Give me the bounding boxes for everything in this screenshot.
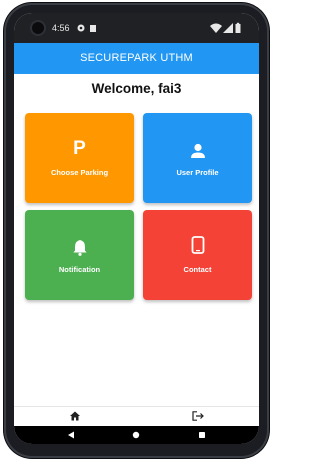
notification-label: Notification xyxy=(58,265,101,274)
contact-label: Contact xyxy=(183,265,212,274)
contact-button[interactable]: Contact xyxy=(143,210,252,300)
welcome-heading: Welcome, fai3 xyxy=(91,81,182,96)
sim-icon xyxy=(90,25,96,32)
parking-icon: P xyxy=(73,138,86,159)
battery-icon xyxy=(235,22,241,33)
phone-icon xyxy=(191,236,204,254)
bottom-nav xyxy=(14,406,259,427)
nav-logout[interactable] xyxy=(137,407,259,427)
settings-dot-icon xyxy=(77,24,85,32)
phone-screen: 4:56 SECUREPARK UTHM Welcome, fai3 P Cho xyxy=(14,13,259,444)
app-title: SECUREPARK UTHM xyxy=(80,52,193,64)
recents-icon[interactable] xyxy=(198,431,206,439)
home-icon xyxy=(70,411,80,421)
wifi-icon xyxy=(210,23,222,33)
app-bar: SECUREPARK UTHM xyxy=(14,43,259,74)
choose-parking-button[interactable]: P Choose Parking xyxy=(25,113,134,203)
user-profile-label: User Profile xyxy=(176,168,219,177)
phone-frame: 4:56 SECUREPARK UTHM Welcome, fai3 P Cho xyxy=(4,3,269,458)
logout-icon xyxy=(192,411,204,421)
status-bar: 4:56 xyxy=(14,13,259,43)
nav-home[interactable] xyxy=(14,407,136,427)
user-profile-button[interactable]: User Profile xyxy=(143,113,252,203)
person-icon xyxy=(190,143,205,158)
back-icon[interactable] xyxy=(67,431,75,439)
signal-icon xyxy=(223,23,233,33)
camera-icon xyxy=(32,22,44,34)
choose-parking-label: Choose Parking xyxy=(50,168,109,177)
bell-icon xyxy=(73,240,86,256)
status-time: 4:56 xyxy=(52,23,70,33)
android-nav-bar xyxy=(14,426,259,444)
home-circle-icon[interactable] xyxy=(132,431,140,439)
notification-button[interactable]: Notification xyxy=(25,210,134,300)
